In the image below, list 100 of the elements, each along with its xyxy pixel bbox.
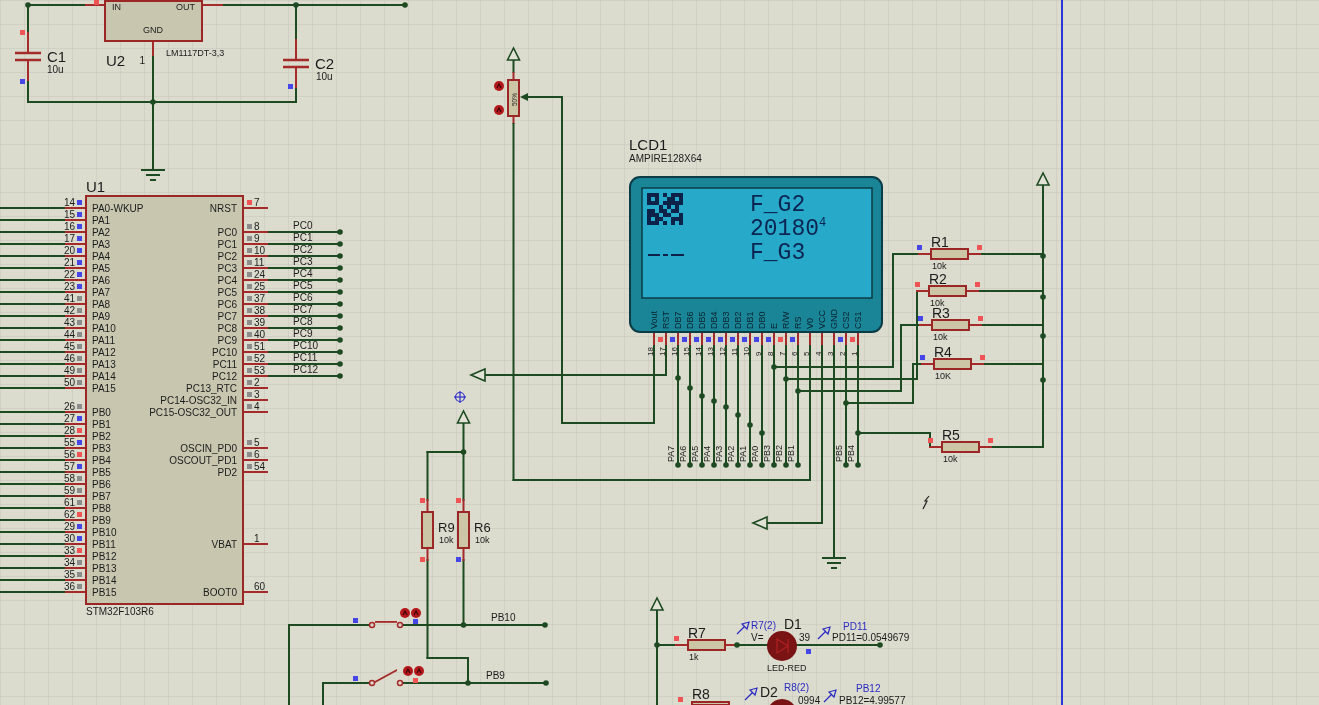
resistor-symbol <box>921 358 984 370</box>
resistor-symbol <box>691 701 730 705</box>
component-label: R9 <box>438 520 455 535</box>
net-label: PB10 <box>491 612 516 623</box>
pin-label: PB8 <box>92 503 111 514</box>
junction-dot-icon <box>1040 377 1046 383</box>
pin-number: 1 <box>254 533 260 544</box>
probe-arrow-icon <box>817 626 831 640</box>
potentiometer-symbol <box>507 72 520 124</box>
pin-number: 16 <box>63 221 75 232</box>
pin-number: 7 <box>254 197 260 208</box>
junction-dot-icon <box>1040 333 1046 339</box>
wire <box>0 327 67 329</box>
pin-number: 38 <box>254 305 266 316</box>
junction-dot-icon <box>542 622 548 628</box>
pin-number: 6 <box>254 449 260 460</box>
pin-label: PA6 <box>92 275 111 286</box>
junction-dot-icon <box>150 99 156 105</box>
pin-label: PB12 <box>92 551 117 562</box>
resistor-symbol <box>929 441 992 453</box>
component-value: 10k <box>933 332 948 342</box>
junction-dot-icon <box>543 680 549 686</box>
net-label: PC1 <box>293 232 313 243</box>
actuator-button-icon[interactable] <box>411 608 421 618</box>
actuator-button-icon[interactable] <box>494 81 504 91</box>
pin-number: 62 <box>63 509 75 520</box>
pin-number: 15 <box>682 347 691 356</box>
pin-label: PC2 <box>217 251 237 262</box>
net-label: PC10 <box>293 340 318 351</box>
probe-reading: 0994 <box>798 695 821 705</box>
pin-number: 43 <box>63 317 75 328</box>
pin-label: PA9 <box>92 311 111 322</box>
actuator-button-icon[interactable] <box>400 608 410 618</box>
wire <box>0 255 67 257</box>
net-label: PB4 <box>846 445 856 462</box>
actuator-button-icon[interactable] <box>494 105 504 115</box>
wire <box>0 243 67 245</box>
wire <box>268 303 340 305</box>
pin-number: 3 <box>254 389 260 400</box>
pin-label: E <box>769 323 779 329</box>
pin-number: 9 <box>754 351 763 356</box>
junction-dot-icon <box>337 373 343 379</box>
pin-label: PB13 <box>92 563 117 574</box>
pin-label: PC4 <box>217 275 237 286</box>
pin-label: PA1 <box>92 215 111 226</box>
junction-dot-icon <box>711 398 717 404</box>
net-label: PC6 <box>293 292 313 303</box>
pin-number: 6 <box>790 351 799 356</box>
pin-number: 41 <box>63 293 75 304</box>
pin-number: 14 <box>63 197 75 208</box>
wire <box>0 351 67 353</box>
junction-dot-icon <box>734 642 740 648</box>
pin-label: PA3 <box>92 239 111 250</box>
wire <box>0 363 67 365</box>
wire <box>0 375 67 377</box>
actuator-button-icon[interactable] <box>403 666 413 676</box>
resistor-symbol <box>457 499 470 561</box>
ground-icon <box>141 169 165 181</box>
pin-label: PC15-OSC32_OUT <box>149 407 237 418</box>
junction-dot-icon <box>675 375 681 381</box>
pin-number: 2 <box>254 377 260 388</box>
lightning-icon <box>922 495 930 510</box>
junction-dot-icon <box>25 2 31 8</box>
part-number: LM1117DT-3,3 <box>166 48 225 58</box>
pin-label: PC10 <box>212 347 237 358</box>
pin-number: 30 <box>63 533 75 544</box>
net-label: PC2 <box>293 244 313 255</box>
pin-number: 54 <box>254 461 266 472</box>
pin-number: 55 <box>63 437 75 448</box>
actuator-button-icon[interactable] <box>414 666 424 676</box>
pin-number: 13 <box>706 347 715 356</box>
junction-dot-icon <box>460 449 467 455</box>
probe-reading: V= <box>751 632 764 643</box>
pin-label: Vout <box>649 310 659 329</box>
pin-label: VBAT <box>211 539 237 550</box>
junction-dot-icon <box>735 462 741 468</box>
wire <box>268 291 340 293</box>
pin-label: BOOT0 <box>203 587 237 598</box>
pin-number: 61 <box>63 497 75 508</box>
pin-label: PB5 <box>92 467 111 478</box>
component-value: 10k <box>930 298 945 308</box>
component-label: R2 <box>929 271 947 287</box>
junction-dot-icon <box>337 241 343 247</box>
net-label: PC5 <box>293 280 313 291</box>
pin-label: PA8 <box>92 299 111 310</box>
lcd-text: F_G2 <box>750 193 806 217</box>
junction-dot-icon <box>465 680 471 686</box>
pin-number: 10 <box>254 245 266 256</box>
wire <box>268 279 340 281</box>
junction-dot-icon <box>699 393 705 399</box>
junction-dot-icon <box>687 385 693 391</box>
power-terminal-icon <box>1035 171 1051 186</box>
wire <box>268 339 340 341</box>
junction-dot-icon <box>843 400 849 406</box>
component-value: 10u <box>47 64 64 75</box>
junction-dot-icon <box>747 462 753 468</box>
component-label: U2 <box>106 52 126 69</box>
pin-label: PC1 <box>217 239 237 250</box>
pin-number: 25 <box>254 281 266 292</box>
junction-dot-icon <box>1040 294 1046 300</box>
